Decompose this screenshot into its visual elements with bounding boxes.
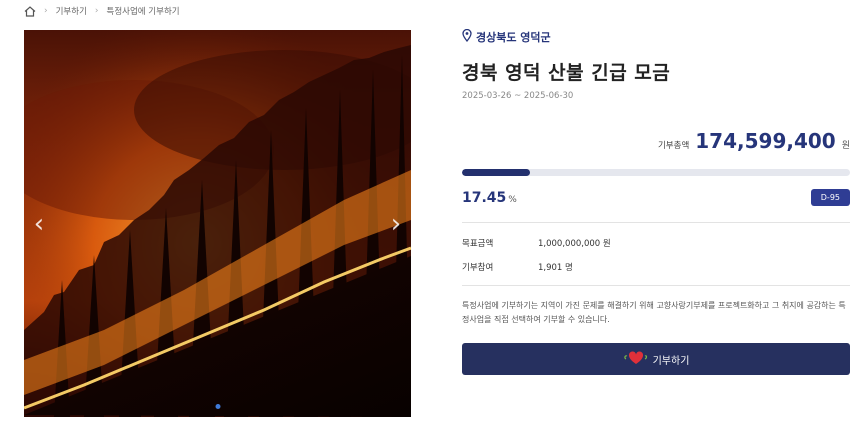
breadcrumb-separator-icon: › [44, 6, 48, 16]
carousel-next-icon[interactable]: › [385, 209, 407, 239]
goal-row: 목표금액 1,000,000,000 원 [462, 236, 850, 250]
region-label: 경상북도 영덕군 [462, 28, 850, 46]
region-text: 경상북도 영덕군 [476, 31, 551, 44]
amount-unit: 원 [841, 141, 850, 151]
location-pin-icon [462, 28, 472, 45]
participants-label: 기부참여 [462, 263, 494, 273]
campaign-period: 2025-03-26 ~ 2025-06-30 [462, 91, 574, 101]
divider [462, 222, 850, 223]
carousel-dot[interactable] [215, 404, 220, 409]
dday-badge: D-95 [810, 189, 850, 206]
campaign-info: 경상북도 영덕군 경북 영덕 산불 긴급 모금 2025-03-26 ~ 202… [462, 28, 850, 375]
wildfire-photo [24, 30, 411, 417]
donate-button-label: 기부하기 [652, 355, 690, 367]
participants-value: 1,901 명 [538, 263, 573, 273]
breadcrumb-item-specific-project[interactable]: 특정사업에 기부하기 [107, 5, 180, 17]
amount-label: 기부총액 [657, 141, 690, 151]
heart-icon [623, 350, 649, 369]
campaign-stats: 목표금액 1,000,000,000 원 기부참여 1,901 명 [462, 236, 850, 284]
percent-unit: % [508, 194, 517, 205]
campaign-image-carousel: ‹ › [24, 30, 411, 417]
donate-button[interactable]: 기부하기 [462, 343, 850, 375]
progress-percent: 17.45% [462, 190, 517, 206]
progress-bar [462, 169, 850, 176]
goal-value: 1,000,000,000 원 [538, 239, 611, 249]
percent-value: 17.45 [462, 189, 507, 206]
carousel-pagination [215, 404, 220, 409]
breadcrumb-separator-icon: › [94, 6, 99, 16]
progress-fill [462, 169, 530, 176]
carousel-prev-icon[interactable]: ‹ [28, 209, 50, 239]
amount-value: 174,599,400 [695, 129, 836, 153]
breadcrumb-item-donate[interactable]: 기부하기 [56, 5, 87, 17]
progress-summary: 17.45% D-95 [462, 189, 850, 206]
campaign-description: 특정사업에 기부하기는 지역이 가진 문제를 해결하기 위해 고향사랑기부제를 … [462, 301, 846, 324]
breadcrumb: › 기부하기 › 특정사업에 기부하기 [24, 4, 180, 18]
home-icon[interactable] [24, 5, 36, 17]
divider [462, 285, 850, 286]
campaign-title: 경북 영덕 산불 긴급 모금 [462, 62, 671, 84]
goal-label: 목표금액 [462, 239, 494, 249]
donation-total: 기부총액 174,599,400 원 [658, 129, 850, 153]
participants-row: 기부참여 1,901 명 [462, 260, 850, 274]
